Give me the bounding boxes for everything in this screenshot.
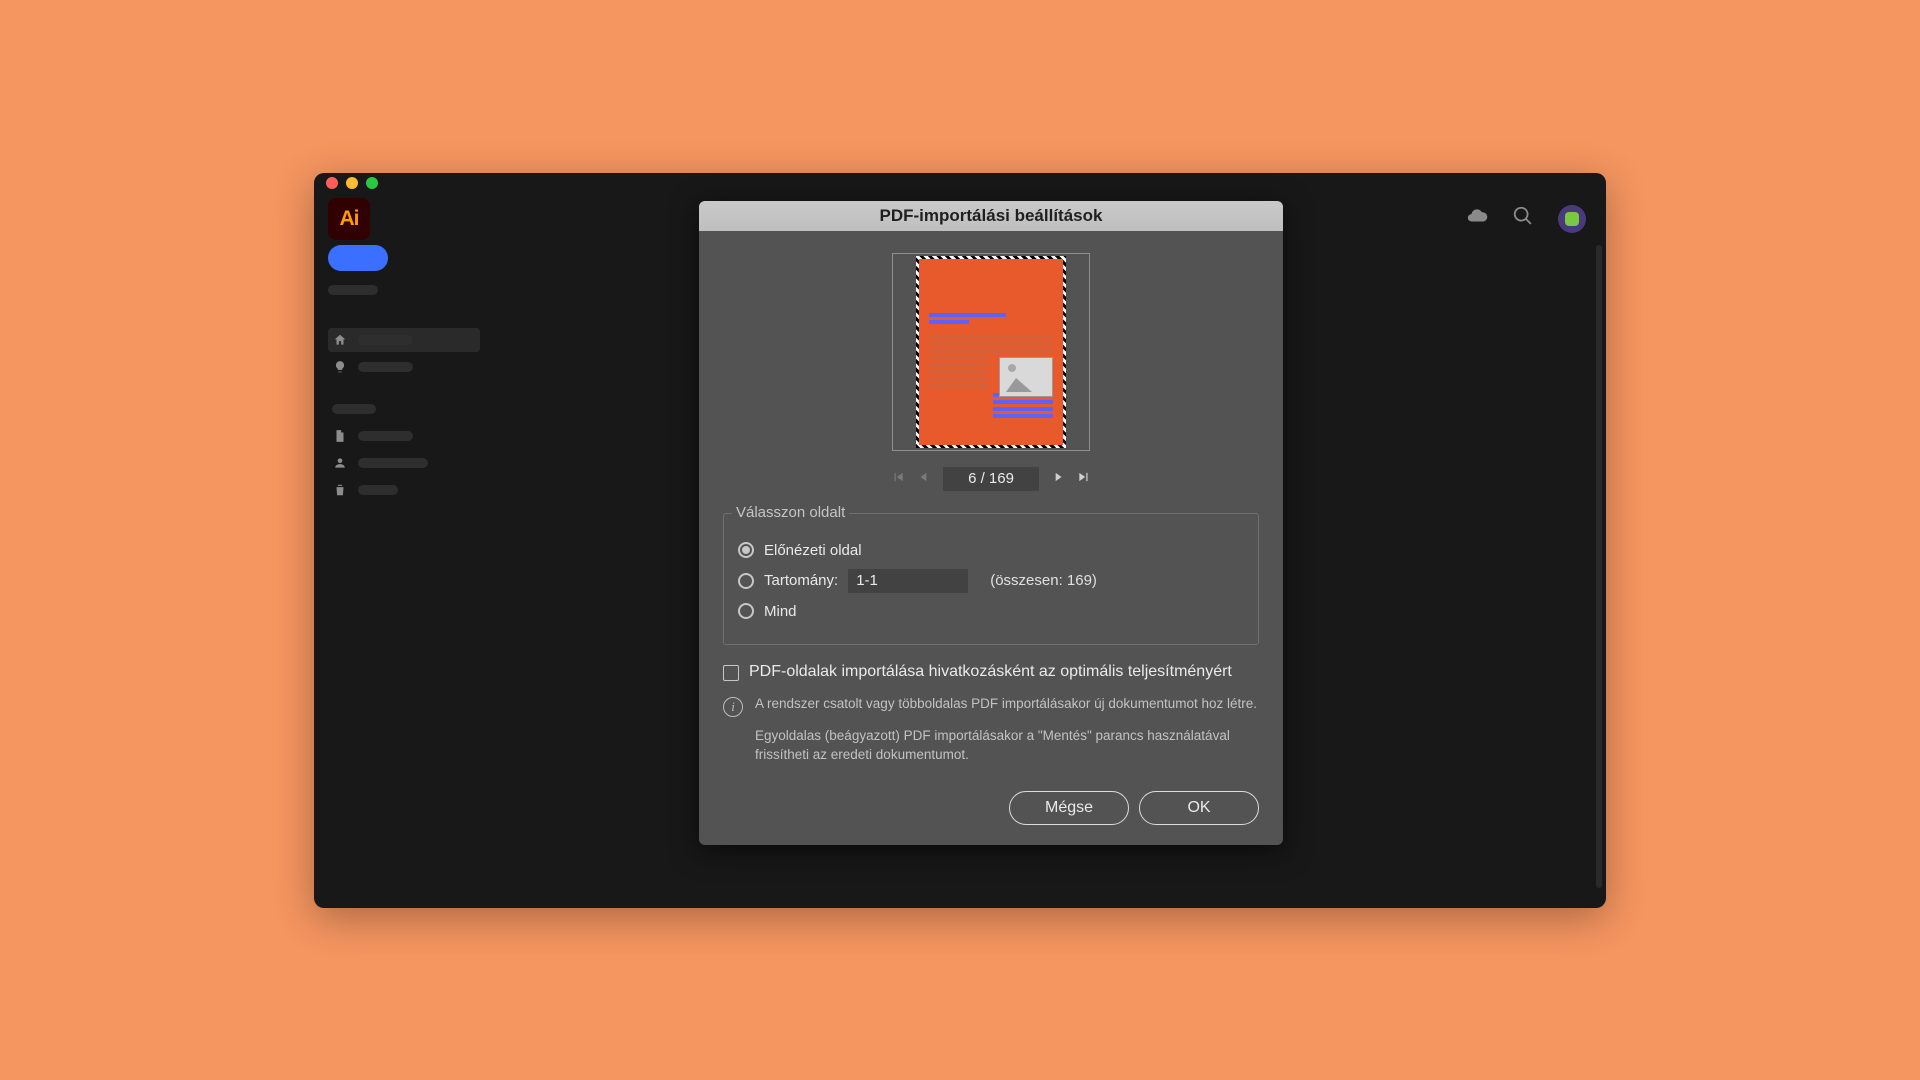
info-note: i A rendszer csatolt vagy többoldalas PD… [723,695,1259,766]
total-pages-label: (összesen: 169) [990,572,1097,589]
lightbulb-icon [332,360,348,374]
sidebar-item-deleted[interactable] [328,478,480,502]
cancel-button[interactable]: Mégse [1009,791,1129,825]
last-page-button[interactable] [1077,470,1091,488]
checkbox-icon [723,665,739,681]
close-window-button[interactable] [326,177,338,189]
range-input[interactable] [848,569,968,593]
window-titlebar [314,173,1606,193]
radio-all[interactable]: Mind [738,603,1244,620]
next-page-button[interactable] [1051,470,1065,488]
select-page-fieldset: Válasszon oldalt Előnézeti oldal Tartomá… [723,513,1259,645]
sidebar [314,245,494,505]
dialog-title: PDF-importálási beállítások [699,201,1283,231]
app-icon: Ai [328,198,370,240]
radio-icon [738,542,754,558]
primary-action-button[interactable] [328,245,388,271]
minimize-window-button[interactable] [346,177,358,189]
page-number-input[interactable] [943,467,1039,491]
home-icon [332,333,348,347]
person-icon [332,456,348,470]
trash-icon [332,483,348,497]
checkbox-label: PDF-oldalak importálása hivatkozásként a… [749,663,1232,681]
search-icon[interactable] [1512,205,1534,232]
info-text-1: A rendszer csatolt vagy többoldalas PDF … [755,695,1259,714]
scrollbar[interactable] [1596,245,1602,888]
pdf-import-dialog: PDF-importálási beállítások [699,201,1283,846]
image-placeholder-icon [999,357,1053,397]
sidebar-item-shared[interactable] [328,451,480,475]
radio-preview-page[interactable]: Előnézeti oldal [738,542,1244,559]
file-icon [332,429,348,443]
radio-range[interactable]: Tartomány: (összesen: 169) [738,569,1244,593]
sidebar-item-home[interactable] [328,328,480,352]
app-window: Ai [314,173,1606,908]
radio-icon [738,573,754,589]
import-as-link-checkbox[interactable]: PDF-oldalak importálása hivatkozásként a… [723,663,1259,681]
cloud-icon[interactable] [1466,205,1488,232]
radio-label: Mind [764,603,797,620]
radio-label: Tartomány: [764,572,838,589]
fieldset-legend: Válasszon oldalt [732,504,849,521]
ok-button[interactable]: OK [1139,791,1259,825]
radio-icon [738,603,754,619]
user-avatar[interactable] [1558,205,1586,233]
sidebar-item-files[interactable] [328,424,480,448]
first-page-button[interactable] [891,470,905,488]
info-text-2: Egyoldalas (beágyazott) PDF importálásak… [755,727,1259,765]
info-icon: i [723,697,743,717]
sidebar-label [328,285,378,295]
sidebar-item-learn[interactable] [328,355,480,379]
page-preview [892,253,1090,451]
zoom-window-button[interactable] [366,177,378,189]
page-navigator [723,467,1259,491]
sidebar-section-label [332,404,376,414]
page-thumbnail [916,256,1066,448]
prev-page-button[interactable] [917,470,931,488]
radio-label: Előnézeti oldal [764,542,862,559]
